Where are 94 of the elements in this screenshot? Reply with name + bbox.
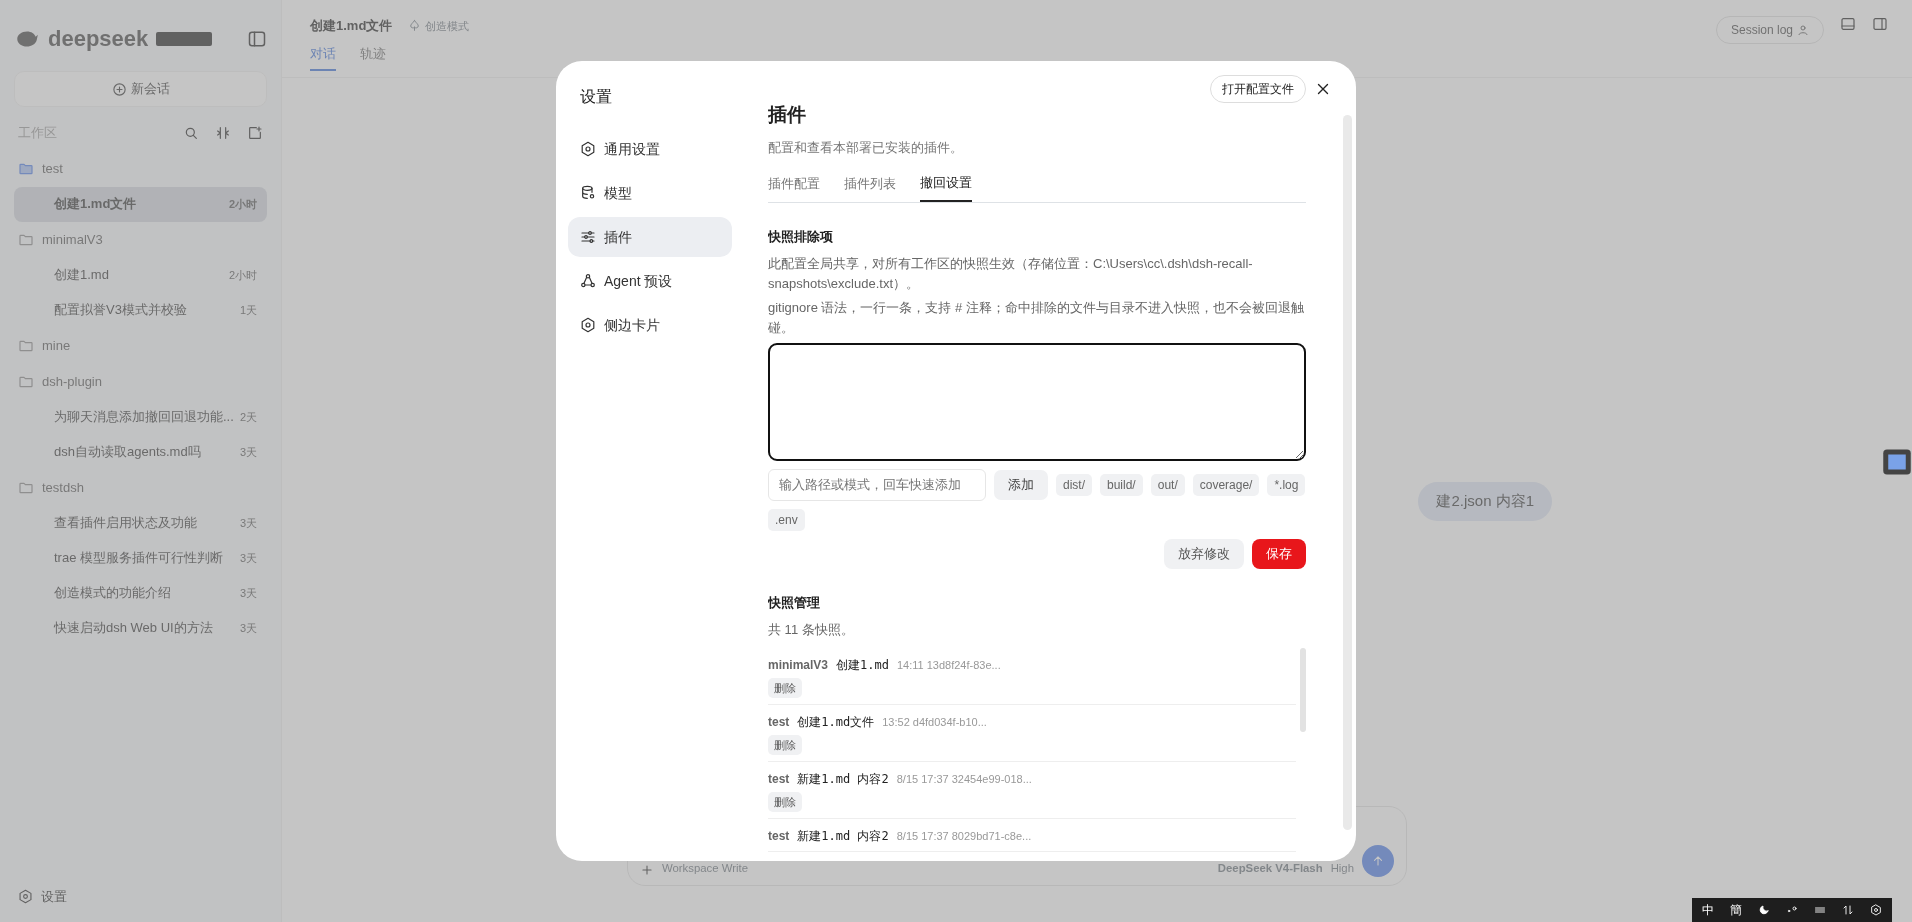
session-item[interactable]: 创建1.md文件 2小时 (14, 186, 267, 222)
session-item[interactable]: 配置拟誉V3模式并校验 1天 (14, 292, 267, 328)
plugin-tab[interactable]: 撤回设置 (920, 173, 972, 202)
settings-nav-item[interactable]: 通用设置 (568, 129, 732, 169)
gear-icon (18, 888, 33, 904)
gear-icon[interactable] (1870, 904, 1882, 916)
split-icon[interactable] (1872, 16, 1888, 32)
gear-icon (580, 317, 596, 333)
snapshot-meta: 8/15 17:37 8029bd71-c8e... (896, 829, 1032, 845)
pattern-chip[interactable]: .env (768, 508, 805, 531)
snapshot-title: 创建1.md文件 (797, 714, 875, 732)
note-text: gitignore 语法，一行一条，支持 # 注释；命中排除的文件与目录不进入快照，也不会被回退触碰。 (768, 299, 1305, 338)
snapshot-workspace: test (768, 771, 790, 789)
panel-icon[interactable] (1840, 16, 1856, 32)
plugin-tab[interactable]: 插件配置 (768, 173, 820, 202)
plus-circle-icon (111, 81, 127, 97)
snapshot-meta: 8/15 17:37 32454e99-018... (896, 772, 1032, 788)
session-time: 3天 (239, 444, 257, 460)
pattern-chip[interactable]: dist/ (1056, 473, 1092, 496)
snapshot-workspace: test (768, 714, 790, 732)
delete-button[interactable]: 删除 (768, 678, 802, 699)
database-icon (580, 185, 596, 201)
arrow-up-icon (1371, 854, 1385, 868)
page-title: 插件 (768, 103, 807, 127)
snapshot-workspace: minimalV3 (768, 657, 829, 675)
session-time: 3天 (239, 620, 257, 636)
person-icon (1797, 24, 1809, 36)
settings-nav-item[interactable]: 模型 (568, 173, 732, 213)
new-chat-button[interactable]: 新会话 (14, 71, 267, 107)
folder-name[interactable]: dsh-plugin (42, 371, 102, 392)
transfer-icon[interactable] (1842, 904, 1854, 916)
snapshot-title: 新建1.md 内容2 (797, 828, 889, 846)
plugin-tab[interactable]: 插件列表 (844, 173, 896, 202)
discard-button[interactable]: 放弃修改 (1164, 538, 1244, 569)
add-button[interactable]: 添加 (994, 469, 1048, 500)
save-button[interactable]: 保存 (1252, 538, 1306, 569)
session-time: 2天 (239, 409, 257, 425)
spade-icon (408, 19, 422, 33)
session-item[interactable]: 创建1.md 2小时 (14, 257, 267, 293)
conversation-title: 创建1.md文件 (310, 17, 393, 35)
session-item[interactable]: trae 模型服务插件可行性判断 3天 (14, 540, 267, 576)
session-time: 3天 (239, 585, 257, 601)
folder-name[interactable]: minimalV3 (42, 229, 103, 250)
pattern-field[interactable]: 输入路径或模式，回车快速添加 (768, 468, 986, 501)
pattern-chip[interactable]: out/ (1150, 473, 1185, 496)
sliders-icon (580, 229, 596, 245)
settings-nav-item[interactable]: 插件 (568, 217, 732, 257)
note-text: 此配置全局共享，对所有工作区的快照生效（存储位置：C:\Users\cc\.dsh\dsh-recall-snapshots\exclude.txt）。 (768, 255, 1254, 294)
exclude-textarea[interactable] (768, 342, 1306, 461)
page-subtitle: 配置和查看本部署已安装的插件。 (768, 138, 964, 157)
session-item[interactable]: 创造模式的功能介绍 3天 (14, 575, 267, 611)
delete-button[interactable]: 删除 (768, 735, 802, 756)
pattern-chip[interactable]: build/ (1100, 473, 1143, 496)
folder-name[interactable]: mine (42, 335, 71, 356)
message-bubble: 建2.json 内容1 (1418, 482, 1552, 521)
session-time: 2小时 (228, 196, 257, 212)
snapshot-workspace: test (768, 828, 790, 846)
session-time: 2小时 (228, 267, 257, 283)
logo-text: deepseek (48, 25, 149, 53)
open-config-button[interactable]: 打开配置文件 (1210, 75, 1306, 103)
snapshot-title: 创建1.md (836, 657, 889, 675)
gear-icon (580, 141, 596, 157)
snapshot-meta: 14:11 13d8f24f-83e... (896, 658, 1001, 674)
session-time: 1天 (239, 302, 257, 318)
moon-icon[interactable] (1758, 904, 1770, 916)
snapshot-count: 共 11 条快照。 (768, 621, 855, 640)
pattern-chip[interactable]: *.log (1267, 473, 1306, 496)
snapshot-meta: 13:52 d4fd034f-b10... (882, 715, 987, 731)
session-log-button[interactable]: Session log (1715, 16, 1824, 44)
settings-nav-item[interactable]: Agent 预设 (568, 261, 732, 301)
ime-key[interactable]: 簡 (1730, 901, 1742, 919)
session-time: 3天 (239, 550, 257, 566)
settings-link[interactable]: 设置 (14, 886, 267, 906)
session-item[interactable]: dsh自动读取agents.md吗 3天 (14, 434, 267, 470)
settings-nav-item[interactable]: 侧边卡片 (568, 305, 732, 345)
snapshot-title: 新建1.md 内容2 (797, 771, 889, 789)
collapse-icon[interactable] (215, 124, 231, 141)
view-tab[interactable]: 轨迹 (360, 43, 386, 71)
pattern-chip[interactable]: coverage/ (1192, 473, 1260, 496)
ime-key[interactable]: 中 (1702, 901, 1714, 919)
mode-label: 创造模式 (408, 17, 470, 34)
session-item[interactable]: 快速启动dsh Web UI的方法 3天 (14, 610, 267, 646)
session-item[interactable]: 为聊天消息添加撤回回退功能... 2天 (14, 399, 267, 435)
section-heading: 快照管理 (768, 593, 821, 612)
session-time: 3天 (239, 515, 257, 531)
section-heading: 快照排除项 (768, 227, 834, 246)
version-badge (156, 31, 213, 46)
nodes-icon (580, 273, 596, 289)
folder-name[interactable]: test (42, 158, 63, 179)
session-item[interactable]: 查看插件启用状态及功能 3天 (14, 505, 267, 541)
delete-button[interactable]: 删除 (768, 792, 802, 813)
dialog-title: 设置 (579, 87, 613, 107)
new-folder-icon[interactable] (247, 124, 263, 141)
folder-name[interactable]: testdsh (42, 477, 84, 498)
